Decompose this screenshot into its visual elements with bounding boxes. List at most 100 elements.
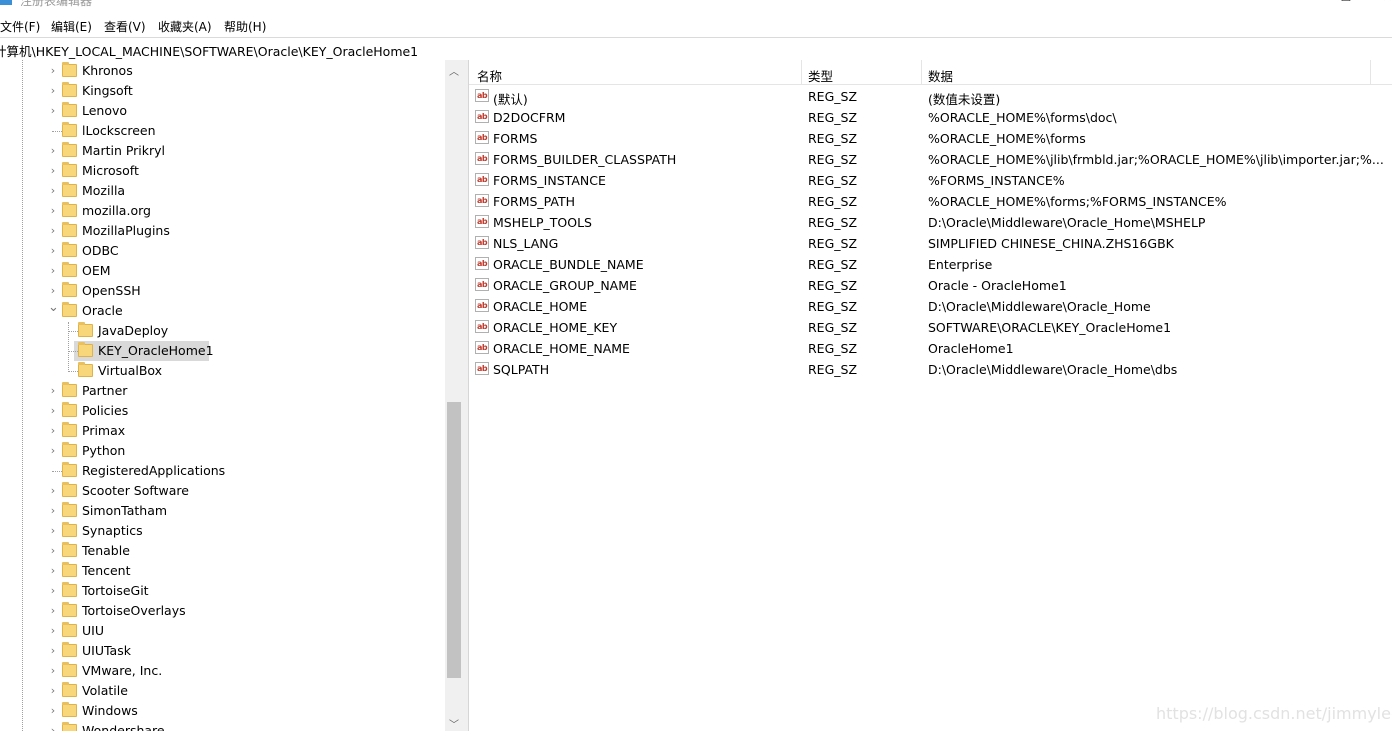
tree-item[interactable]: › Tencent [0,561,445,581]
scroll-thumb[interactable] [447,402,461,678]
chevron-right-icon[interactable]: › [48,164,58,177]
tree-item[interactable]: KEY_OracleHome1 [0,341,445,361]
value-row[interactable]: ab FORMS_INSTANCE REG_SZ %FORMS_INSTANCE% [469,170,1392,191]
value-row[interactable]: ab FORMS_PATH REG_SZ %ORACLE_HOME%\forms;%F… [469,191,1392,212]
value-row[interactable]: ab FORMS REG_SZ %ORACLE_HOME%\forms [469,128,1392,149]
tree-item[interactable]: › mozilla.org [0,201,445,221]
tree-item[interactable]: › SimonTatham [0,501,445,521]
tree-item[interactable]: › Primax [0,421,445,441]
menu-file[interactable]: 文件(F) [0,18,40,35]
chevron-right-icon[interactable]: › [48,64,58,77]
tree-item[interactable]: › Windows [0,701,445,721]
tree-item[interactable]: › MozillaPlugins [0,221,445,241]
chevron-right-icon[interactable]: › [48,404,58,417]
tree-item[interactable]: › UIU [0,621,445,641]
chevron-right-icon[interactable]: › [48,704,58,717]
tree-item[interactable]: › Synaptics [0,521,445,541]
menu-view[interactable]: 查看(V) [104,18,146,35]
chevron-right-icon[interactable]: › [48,524,58,537]
chevron-right-icon[interactable]: › [48,384,58,397]
tree-item[interactable]: RegisteredApplications [0,461,445,481]
chevron-right-icon[interactable]: › [48,224,58,237]
column-divider[interactable] [921,60,922,84]
chevron-right-icon[interactable]: › [48,484,58,497]
tree-item[interactable]: › UIUTask [0,641,445,661]
chevron-right-icon[interactable]: › [48,144,58,157]
chevron-right-icon[interactable]: › [48,724,58,731]
tree-item[interactable]: › TortoiseGit [0,581,445,601]
chevron-right-icon[interactable]: › [48,444,58,457]
value-row[interactable]: ab ORACLE_HOME_NAME REG_SZ OracleHome1 [469,338,1392,359]
scroll-down-icon[interactable]: ﹀ [449,716,459,731]
chevron-right-icon[interactable]: › [48,584,58,597]
chevron-right-icon[interactable]: › [48,184,58,197]
tree-item[interactable]: › Lenovo [0,101,445,121]
chevron-right-icon[interactable]: › [48,604,58,617]
chevron-right-icon[interactable]: › [48,684,58,697]
maximize-button[interactable]: ☐ [1340,0,1352,4]
tree-item-label: Synaptics [82,523,143,538]
tree-item[interactable]: › Martin Prikryl [0,141,445,161]
tree-item[interactable]: › Tenable [0,541,445,561]
column-header-data[interactable]: 数据 [928,66,953,85]
value-row[interactable]: ab ORACLE_HOME REG_SZ D:\Oracle\Middleware\… [469,296,1392,317]
chevron-right-icon[interactable]: › [48,644,58,657]
column-divider[interactable] [801,60,802,84]
chevron-right-icon[interactable]: › [48,424,58,437]
value-row[interactable]: ab MSHELP_TOOLS REG_SZ D:\Oracle\Middleware… [469,212,1392,233]
chevron-right-icon[interactable]: › [48,204,58,217]
tree-item[interactable]: ⌄ Oracle [0,300,445,321]
tree-item-label: mozilla.org [82,203,151,218]
column-divider[interactable] [1370,60,1371,84]
tree-item[interactable]: › Python [0,441,445,461]
chevron-right-icon[interactable]: › [48,84,58,97]
tree-item[interactable]: › Wondershare [0,721,445,731]
value-row[interactable]: ab FORMS_BUILDER_CLASSPATH REG_SZ %ORACLE_H… [469,149,1392,170]
tree-item[interactable]: VirtualBox [0,361,445,381]
minimize-button[interactable]: — [1296,0,1308,5]
value-row[interactable]: ab ORACLE_HOME_KEY REG_SZ SOFTWARE\ORACLE\K… [469,317,1392,338]
chevron-right-icon[interactable]: › [48,544,58,557]
tree-item[interactable]: › Mozilla [0,181,445,201]
chevron-right-icon[interactable]: › [48,664,58,677]
tree-item[interactable]: › OpenSSH [0,281,445,301]
chevron-right-icon[interactable]: › [48,624,58,637]
chevron-right-icon[interactable]: › [48,284,58,297]
tree-item[interactable]: › VMware, Inc. [0,661,445,681]
menu-favorites[interactable]: 收藏夹(A) [158,18,212,35]
chevron-right-icon[interactable]: › [48,564,58,577]
chevron-right-icon[interactable]: › [48,504,58,517]
value-row[interactable]: ab ORACLE_BUNDLE_NAME REG_SZ Enterprise [469,254,1392,275]
tree-item[interactable]: lLockscreen [0,121,445,141]
value-row[interactable]: ab (默认) REG_SZ (数值未设置) [469,86,1392,107]
tree-item[interactable]: › ODBC [0,241,445,261]
column-header-type[interactable]: 类型 [808,66,833,85]
address-bar[interactable]: 计算机\HKEY_LOCAL_MACHINE\SOFTWARE\Oracle\K… [0,37,1392,61]
tree-item[interactable]: › Microsoft [0,161,445,181]
chevron-right-icon[interactable]: › [48,104,58,117]
close-button[interactable]: ✕ [1382,0,1392,5]
value-row[interactable]: ab NLS_LANG REG_SZ SIMPLIFIED CHINESE_CHINA… [469,233,1392,254]
value-row[interactable]: ab D2DOCFRM REG_SZ %ORACLE_HOME%\forms\doc\ [469,107,1392,128]
scroll-up-icon[interactable]: ︿ [449,63,459,78]
address-path[interactable]: 计算机\HKEY_LOCAL_MACHINE\SOFTWARE\Oracle\K… [0,41,418,60]
tree-item[interactable]: › Kingsoft [0,81,445,101]
folder-icon [62,302,77,317]
tree-item[interactable]: › Partner [0,381,445,401]
menu-help[interactable]: 帮助(H) [224,18,266,35]
tree-item[interactable]: › Policies [0,401,445,421]
tree-item[interactable]: › TortoiseOverlays [0,601,445,621]
tree-item[interactable]: › OEM [0,261,445,281]
tree-item[interactable]: › Scooter Software [0,481,445,501]
menu-edit[interactable]: 编辑(E) [51,18,92,35]
tree-item[interactable]: › Volatile [0,681,445,701]
tree-scrollbar[interactable]: ︿ ﹀ [445,60,463,731]
chevron-down-icon[interactable]: ⌄ [48,300,59,315]
chevron-right-icon[interactable]: › [48,264,58,277]
column-header-name[interactable]: 名称 [477,66,502,85]
value-row[interactable]: ab ORACLE_GROUP_NAME REG_SZ Oracle - Oracle… [469,275,1392,296]
value-row[interactable]: ab SQLPATH REG_SZ D:\Oracle\Middleware\Orac… [469,359,1392,380]
chevron-right-icon[interactable]: › [48,244,58,257]
tree-item[interactable]: JavaDeploy [0,321,445,341]
tree-item[interactable]: › Khronos [0,61,445,81]
